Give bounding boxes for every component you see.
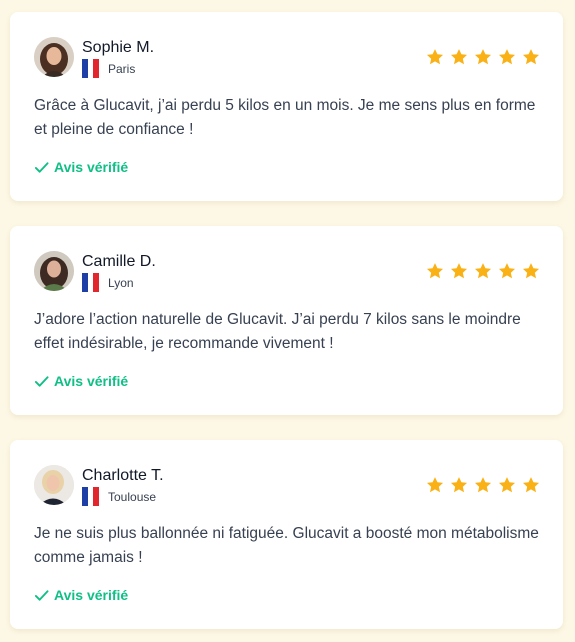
star-icon	[426, 49, 444, 65]
star-icon	[450, 477, 468, 493]
review-text: J’adore l’action naturelle de Glucavit. …	[34, 311, 521, 352]
star-icon	[426, 263, 444, 279]
star-rating	[426, 262, 540, 280]
review-card: Charlotte T. Toulouse Je ne suis plus ba…	[10, 440, 563, 629]
verified-badge: Avis vérifié	[34, 587, 128, 603]
reviewer-name: Charlotte T.	[82, 467, 164, 484]
check-icon	[34, 589, 49, 601]
star-icon	[450, 49, 468, 65]
review-text: Grâce à Glucavit, j’ai perdu 5 kilos en …	[34, 97, 536, 138]
reviewer-name: Camille D.	[82, 253, 156, 270]
check-icon	[34, 375, 49, 387]
verified-badge: Avis vérifié	[34, 159, 128, 175]
reviewer-city: Lyon	[108, 275, 134, 290]
verified-badge: Avis vérifié	[34, 373, 128, 389]
check-icon	[34, 161, 49, 173]
reviewer-location: Toulouse	[82, 487, 156, 506]
star-icon	[450, 263, 468, 279]
star-icon	[474, 49, 492, 65]
star-icon	[522, 49, 540, 65]
star-icon	[426, 477, 444, 493]
reviewer-city: Toulouse	[108, 489, 157, 504]
verified-label: Avis vérifié	[54, 159, 129, 175]
reviewer-city: Paris	[108, 61, 136, 76]
star-icon	[522, 477, 540, 493]
avatar	[34, 465, 74, 505]
reviews-list: Sophie M. Paris Grâce à Glucavit, j’ai p…	[0, 0, 575, 642]
france-flag-icon	[82, 59, 100, 78]
avatar	[34, 37, 74, 77]
review-card: Camille D. Lyon J’adore l’action naturel…	[10, 226, 563, 415]
reviewer-location: Lyon	[82, 273, 134, 292]
star-icon	[474, 263, 492, 279]
verified-label: Avis vérifié	[54, 587, 129, 603]
review-card: Sophie M. Paris Grâce à Glucavit, j’ai p…	[10, 12, 563, 201]
star-icon	[522, 263, 540, 279]
reviewer-name: Sophie M.	[82, 39, 155, 56]
star-rating	[426, 476, 540, 494]
reviewer-location: Paris	[82, 59, 135, 78]
france-flag-icon	[82, 487, 100, 506]
star-icon	[474, 477, 492, 493]
star-rating	[426, 48, 540, 66]
france-flag-icon	[82, 273, 100, 292]
review-text: Je ne suis plus ballonnée ni fatiguée. G…	[34, 525, 539, 566]
star-icon	[498, 263, 516, 279]
star-icon	[498, 477, 516, 493]
verified-label: Avis vérifié	[54, 373, 129, 389]
avatar	[34, 251, 74, 291]
star-icon	[498, 49, 516, 65]
